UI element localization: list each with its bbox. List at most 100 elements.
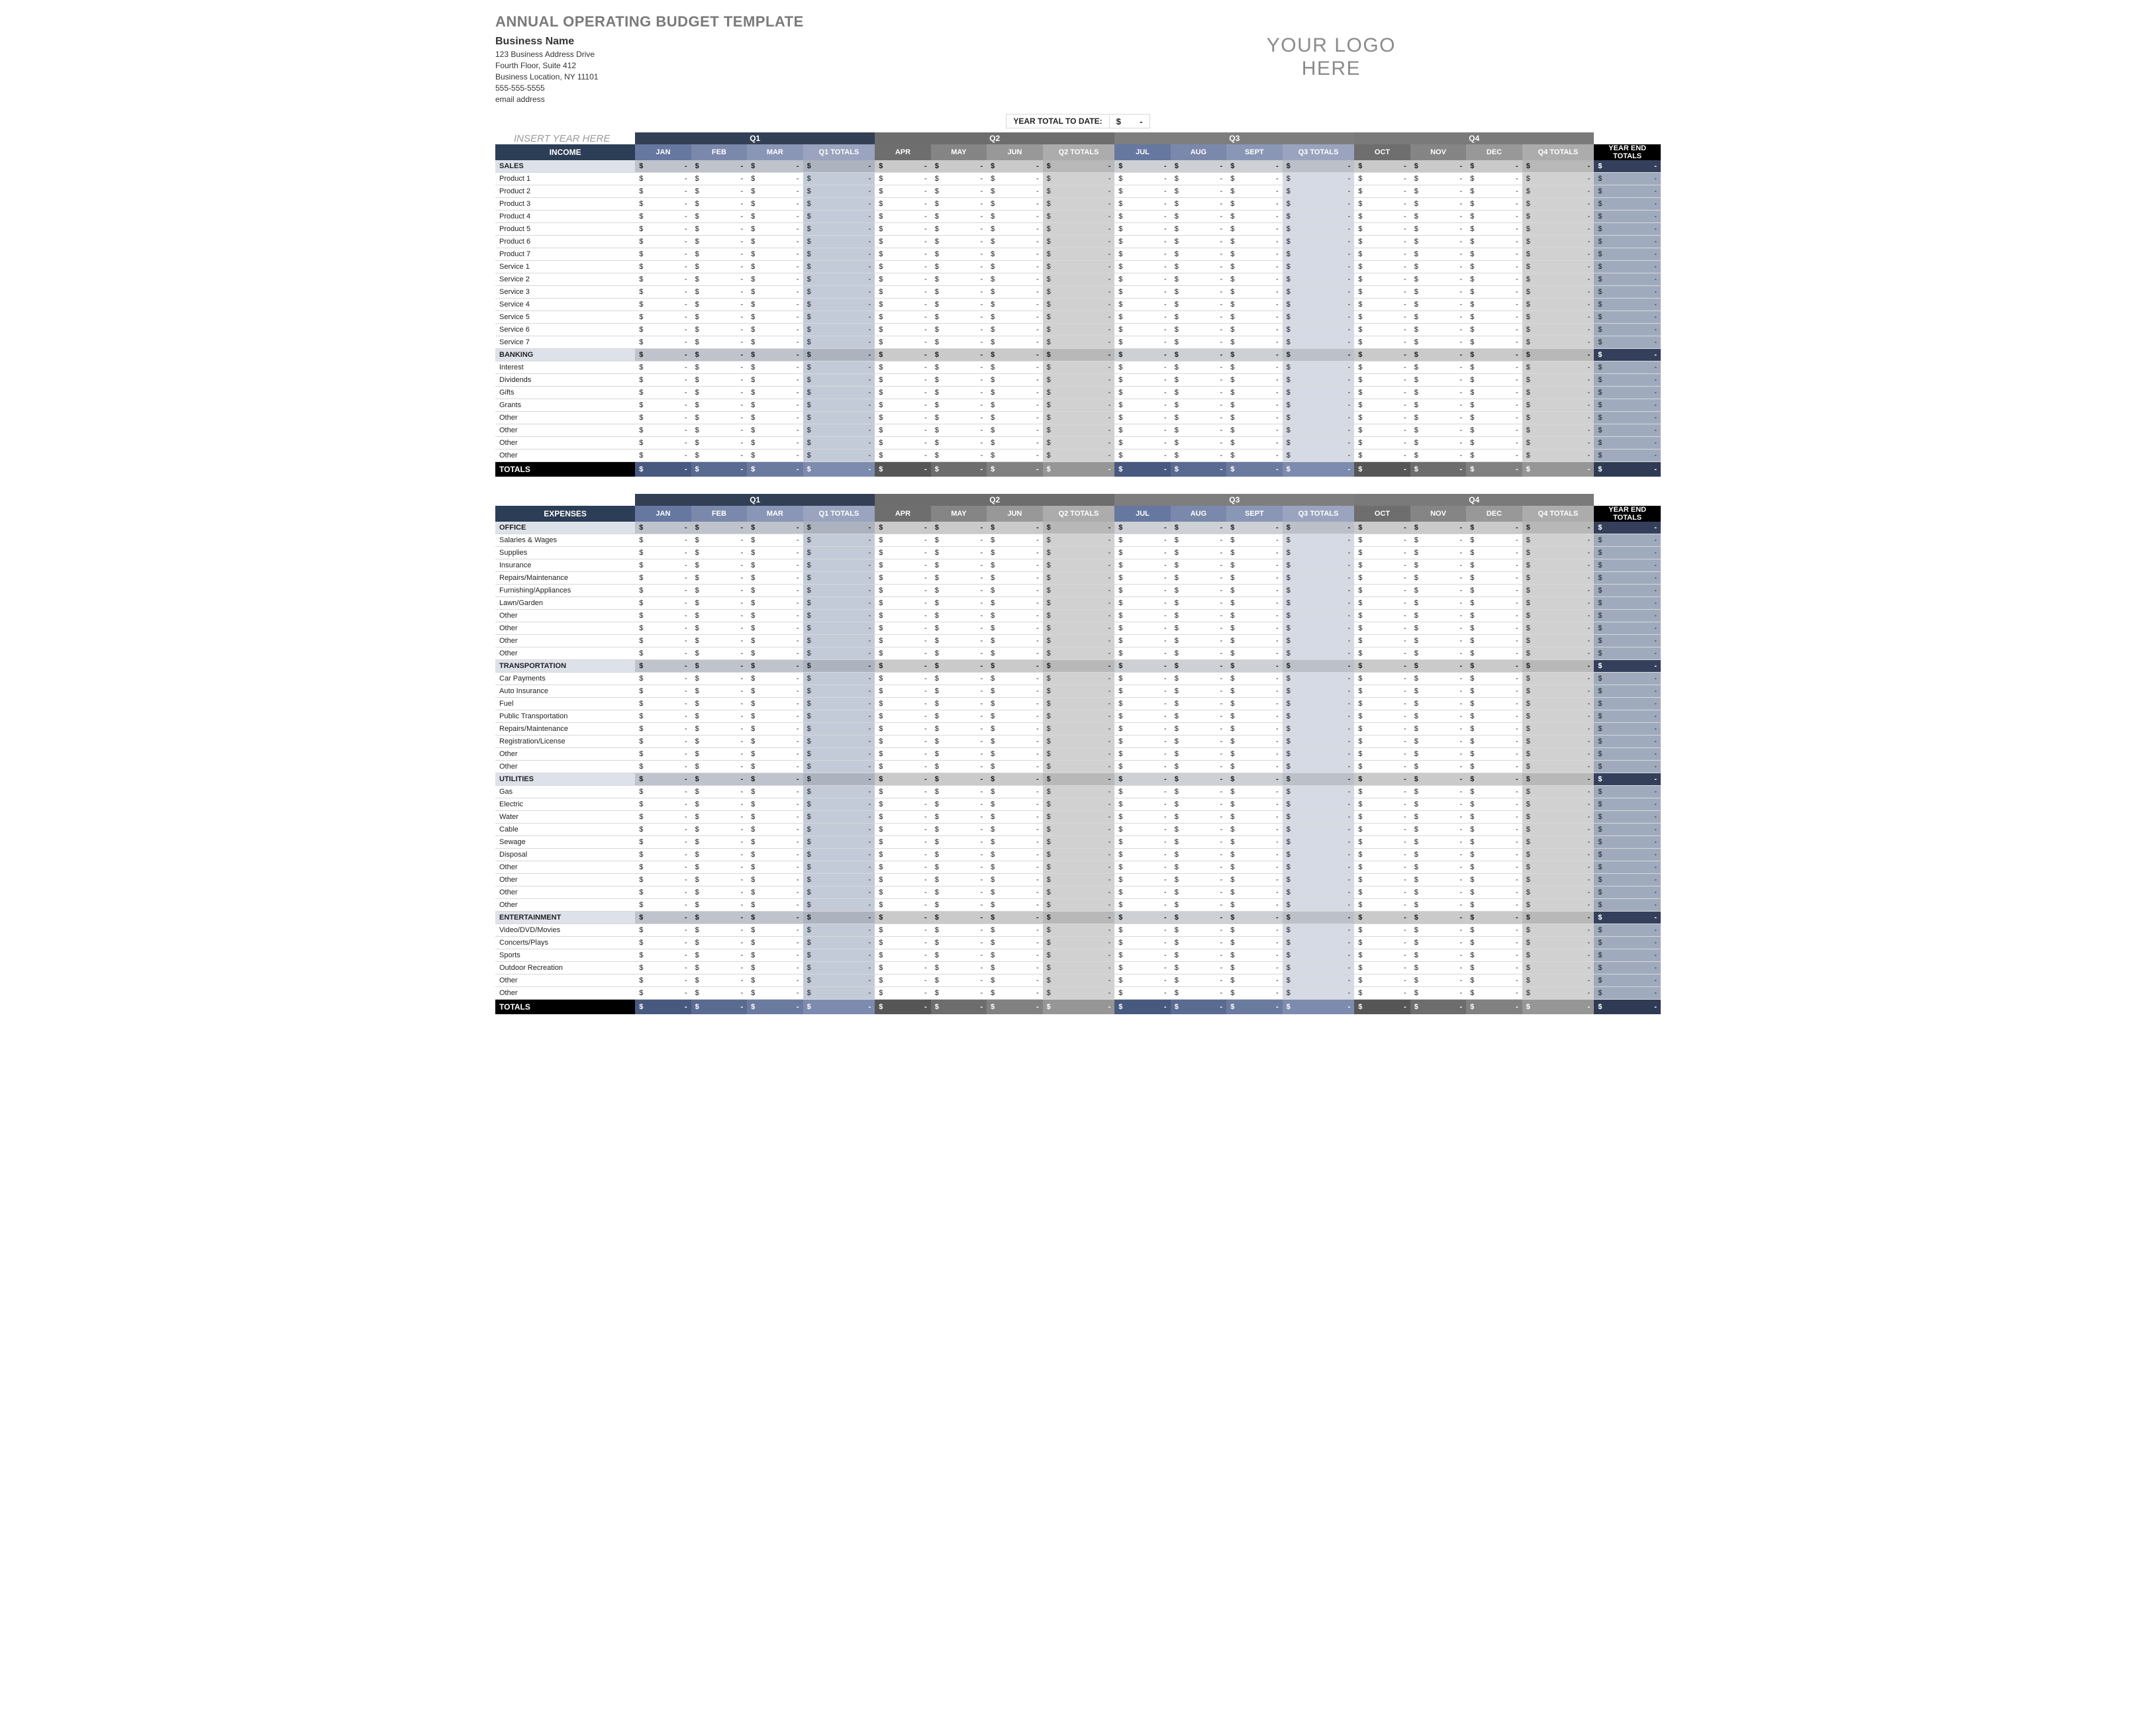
money-cell[interactable]: $- (1043, 798, 1115, 811)
money-cell[interactable]: $- (1594, 899, 1661, 912)
money-cell[interactable]: $- (1043, 261, 1115, 273)
money-cell[interactable]: $- (1114, 949, 1170, 962)
money-cell[interactable]: $- (1354, 899, 1410, 912)
money-cell[interactable]: $- (803, 937, 875, 949)
money-cell[interactable]: $- (1114, 336, 1170, 349)
money-cell[interactable]: $- (1171, 761, 1226, 773)
row-label[interactable]: Electric (495, 798, 635, 811)
money-cell[interactable]: $- (1522, 450, 1594, 462)
money-cell[interactable]: $- (803, 899, 875, 912)
money-cell[interactable]: $- (1114, 185, 1170, 198)
money-cell[interactable]: $- (1522, 899, 1594, 912)
money-cell[interactable]: $- (875, 299, 930, 311)
money-cell[interactable]: $- (1354, 437, 1410, 450)
money-cell[interactable]: $- (1410, 710, 1466, 723)
money-cell[interactable]: $- (1354, 798, 1410, 811)
money-cell[interactable]: $- (635, 437, 691, 450)
money-cell[interactable]: $- (1043, 597, 1115, 610)
money-cell[interactable]: $- (635, 450, 691, 462)
money-cell[interactable]: $- (1594, 374, 1661, 387)
money-cell[interactable]: $- (691, 286, 747, 299)
money-cell[interactable]: $- (1594, 273, 1661, 286)
money-cell[interactable]: $- (803, 424, 875, 437)
row-label[interactable]: Other (495, 975, 635, 987)
money-cell[interactable]: $- (931, 299, 987, 311)
money-cell[interactable]: $- (1594, 886, 1661, 899)
money-cell[interactable]: $- (875, 861, 930, 874)
money-cell[interactable]: $- (747, 597, 803, 610)
money-cell[interactable]: $- (1410, 912, 1466, 924)
money-cell[interactable]: $- (1171, 547, 1226, 559)
money-cell[interactable]: $- (987, 534, 1042, 547)
money-cell[interactable]: $- (1354, 299, 1410, 311)
money-cell[interactable]: $- (875, 572, 930, 585)
row-label[interactable]: Dividends (495, 374, 635, 387)
money-cell[interactable]: $- (1410, 248, 1466, 261)
money-cell[interactable]: $- (635, 336, 691, 349)
money-cell[interactable]: $- (1043, 198, 1115, 211)
money-cell[interactable]: $- (1226, 736, 1282, 748)
money-cell[interactable]: $- (875, 924, 930, 937)
money-cell[interactable]: $- (1466, 987, 1522, 1000)
money-cell[interactable]: $- (1171, 748, 1226, 761)
money-cell[interactable]: $- (1354, 975, 1410, 987)
money-cell[interactable]: $- (1466, 450, 1522, 462)
money-cell[interactable]: $- (1410, 622, 1466, 635)
money-cell[interactable]: $- (1043, 286, 1115, 299)
money-cell[interactable]: $- (1594, 597, 1661, 610)
money-cell[interactable]: $- (931, 635, 987, 647)
money-cell[interactable]: $- (987, 723, 1042, 736)
money-cell[interactable]: $- (1043, 824, 1115, 836)
money-cell[interactable]: $- (1171, 622, 1226, 635)
money-cell[interactable]: $- (635, 534, 691, 547)
money-cell[interactable]: $- (747, 861, 803, 874)
money-cell[interactable]: $- (1522, 924, 1594, 937)
money-cell[interactable]: $- (1594, 248, 1661, 261)
money-cell[interactable]: $- (1594, 223, 1661, 236)
money-cell[interactable]: $- (1410, 585, 1466, 597)
money-cell[interactable]: $- (1114, 736, 1170, 748)
money-cell[interactable]: $- (1410, 450, 1466, 462)
money-cell[interactable]: $- (691, 660, 747, 673)
money-cell[interactable]: $- (1114, 374, 1170, 387)
money-cell[interactable]: $- (1171, 349, 1226, 361)
money-cell[interactable]: $- (1354, 522, 1410, 534)
money-cell[interactable]: $- (803, 311, 875, 324)
money-cell[interactable]: $- (1171, 261, 1226, 273)
money-cell[interactable]: $- (1410, 937, 1466, 949)
money-cell[interactable]: $- (1043, 534, 1115, 547)
money-cell[interactable]: $- (1043, 299, 1115, 311)
money-cell[interactable]: $- (1466, 223, 1522, 236)
money-cell[interactable]: $- (1594, 522, 1661, 534)
money-cell[interactable]: $- (1171, 437, 1226, 450)
money-cell[interactable]: $- (931, 261, 987, 273)
money-cell[interactable]: $- (987, 361, 1042, 374)
money-cell[interactable]: $- (987, 185, 1042, 198)
money-cell[interactable]: $- (635, 912, 691, 924)
money-cell[interactable]: $- (1043, 324, 1115, 336)
money-cell[interactable]: $- (803, 660, 875, 673)
money-cell[interactable]: $- (635, 286, 691, 299)
money-cell[interactable]: $- (1522, 773, 1594, 786)
money-cell[interactable]: $- (1354, 811, 1410, 824)
money-cell[interactable]: $- (635, 622, 691, 635)
money-cell[interactable]: $- (1283, 647, 1355, 660)
money-cell[interactable]: $- (931, 698, 987, 710)
money-cell[interactable]: $- (1410, 849, 1466, 861)
money-cell[interactable]: $- (1594, 647, 1661, 660)
money-cell[interactable]: $- (1226, 547, 1282, 559)
money-cell[interactable]: $- (1354, 861, 1410, 874)
money-cell[interactable]: $- (1114, 899, 1170, 912)
money-cell[interactable]: $- (1114, 160, 1170, 173)
money-cell[interactable]: $- (1171, 387, 1226, 399)
money-cell[interactable]: $- (1522, 273, 1594, 286)
money-cell[interactable]: $- (1410, 559, 1466, 572)
money-cell[interactable]: $- (1043, 450, 1115, 462)
money-cell[interactable]: $- (691, 324, 747, 336)
money-cell[interactable]: $- (987, 336, 1042, 349)
money-cell[interactable]: $- (1226, 811, 1282, 824)
money-cell[interactable]: $- (1171, 660, 1226, 673)
money-cell[interactable]: $- (1354, 236, 1410, 248)
money-cell[interactable]: $- (747, 223, 803, 236)
row-label[interactable]: Service 4 (495, 299, 635, 311)
